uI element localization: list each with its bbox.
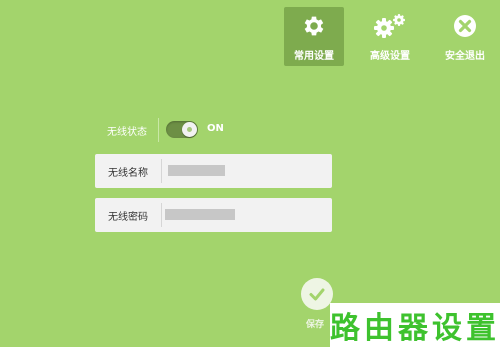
watermark: 路由器设置 xyxy=(330,303,500,347)
nav-label: 常用设置 xyxy=(294,51,334,62)
nav-label: 高级设置 xyxy=(370,51,410,62)
wireless-status-value: ON xyxy=(207,123,224,134)
close-circle-icon xyxy=(453,13,477,39)
toggle-knob xyxy=(182,122,197,137)
wireless-status-toggle[interactable] xyxy=(166,121,198,138)
wireless-name-label: 无线名称 xyxy=(108,168,148,179)
check-icon xyxy=(309,288,325,301)
nav-logout[interactable]: 安全退出 xyxy=(435,7,495,66)
wireless-name-field: 无线名称 xyxy=(95,154,332,188)
wireless-password-input[interactable] xyxy=(165,209,235,220)
wireless-password-field: 无线密码 xyxy=(95,198,332,232)
gears-icon xyxy=(372,13,408,39)
wireless-name-input[interactable] xyxy=(168,165,225,176)
nav-common-settings[interactable]: 常用设置 xyxy=(284,7,344,66)
divider xyxy=(161,203,162,227)
wireless-status-label: 无线状态 xyxy=(107,127,147,138)
divider xyxy=(161,159,162,183)
watermark-text: 路由器设置 xyxy=(330,311,500,346)
wireless-password-label: 无线密码 xyxy=(108,212,148,223)
wireless-status-row: 无线状态 ON xyxy=(95,118,335,142)
nav-advanced-settings[interactable]: 高级设置 xyxy=(360,7,420,66)
save-button[interactable] xyxy=(301,278,333,310)
divider xyxy=(158,118,159,142)
nav-label: 安全退出 xyxy=(445,51,485,62)
save-label: 保存 xyxy=(306,320,325,330)
gear-icon xyxy=(301,13,327,39)
